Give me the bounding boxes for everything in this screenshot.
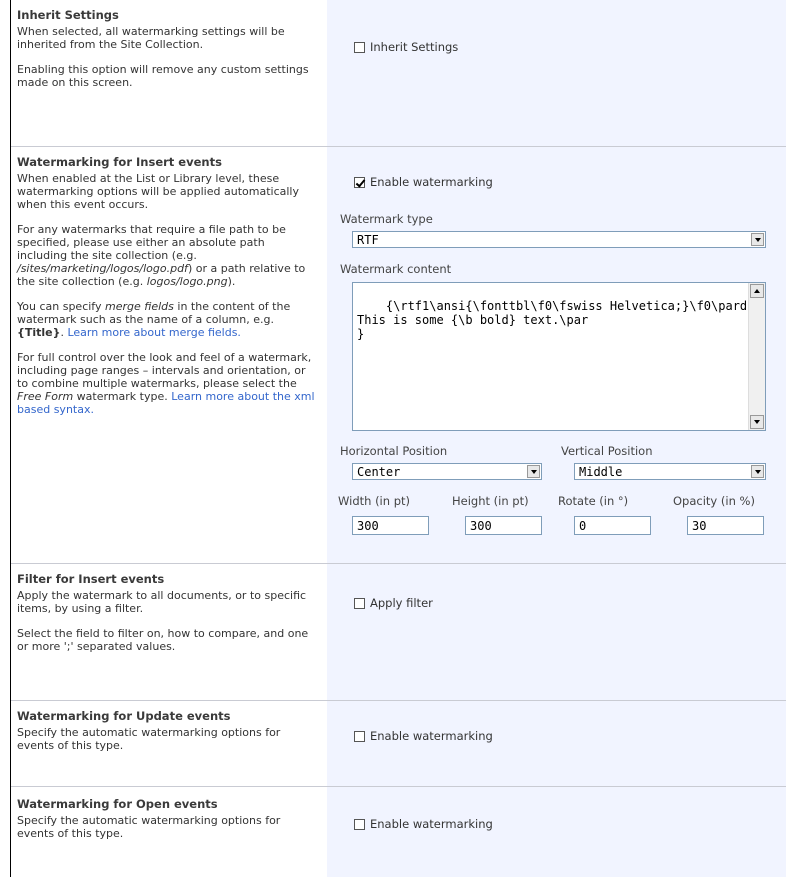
apply-filter-label: Apply filter <box>370 596 433 610</box>
watermark-type-label: Watermark type <box>340 212 433 226</box>
insert-desc-2c: ). <box>227 275 236 288</box>
update-description: Specify the automatic watermarking optio… <box>17 726 317 752</box>
filter-desc-1: Apply the watermark to all documents, or… <box>17 589 307 615</box>
horizontal-position-select[interactable]: Center <box>352 463 542 480</box>
insert-desc-merge-fields: merge fields <box>104 300 174 313</box>
separator <box>11 563 786 564</box>
height-input[interactable]: 300 <box>465 516 542 535</box>
content-scrollbar[interactable] <box>748 283 765 430</box>
apply-filter-checkbox[interactable]: Apply filter <box>354 596 433 610</box>
separator <box>11 786 786 787</box>
watermark-type-value: RTF <box>357 232 379 247</box>
separator <box>11 700 786 701</box>
rotate-label: Rotate (in °) <box>558 494 629 508</box>
insert-desc-3a: You can specify <box>17 300 105 313</box>
open-enable-label: Enable watermarking <box>370 817 493 831</box>
rotate-value: 0 <box>579 518 587 533</box>
filter-desc-2: Select the field to filter on, how to co… <box>17 627 309 653</box>
chevron-down-icon[interactable] <box>527 465 540 478</box>
open-desc-1: Specify the automatic watermarking optio… <box>17 814 281 840</box>
insert-desc-title-field: {Title} <box>17 326 61 339</box>
insert-enable-checkbox[interactable]: Enable watermarking <box>354 175 493 189</box>
insert-desc-1: When enabled at the List or Library leve… <box>17 172 299 211</box>
insert-desc-2a: For any watermarks that require a file p… <box>17 223 286 262</box>
watermark-content-label: Watermark content <box>340 262 452 276</box>
insert-desc-4b: watermark type. <box>73 390 172 403</box>
update-enable-checkbox-box[interactable] <box>354 730 365 742</box>
watermark-content-textarea[interactable]: {\rtf1\ansi{\fonttbl\f0\fswiss Helvetica… <box>352 282 766 431</box>
insert-title: Watermarking for Insert events <box>17 155 222 169</box>
inherit-checkbox-box[interactable] <box>354 41 365 53</box>
inherit-desc-1: When selected, all watermarking settings… <box>17 25 285 51</box>
insert-desc-path-relative: logos/logo.png <box>146 275 228 288</box>
insert-desc-4a: For full control over the look and feel … <box>17 351 312 390</box>
horizontal-position-label: Horizontal Position <box>340 444 448 458</box>
opacity-label: Opacity (in %) <box>673 494 755 508</box>
insert-enable-checkbox-box[interactable] <box>354 176 365 188</box>
update-title: Watermarking for Update events <box>17 709 231 723</box>
width-input[interactable]: 300 <box>352 516 429 535</box>
separator <box>11 146 786 147</box>
inherit-checkbox[interactable]: Inherit Settings <box>354 40 458 54</box>
open-enable-checkbox[interactable]: Enable watermarking <box>354 817 493 831</box>
open-enable-checkbox-box[interactable] <box>354 818 365 830</box>
height-label: Height (in pt) <box>452 494 529 508</box>
chevron-down-icon[interactable] <box>751 233 764 246</box>
chevron-down-icon[interactable] <box>751 465 764 478</box>
vertical-position-value: Middle <box>579 464 623 479</box>
insert-desc-2: For any watermarks that require a file p… <box>17 223 317 288</box>
apply-filter-checkbox-box[interactable] <box>354 597 365 609</box>
width-label: Width (in pt) <box>338 494 410 508</box>
watermark-content-value: {\rtf1\ansi{\fonttbl\f0\fswiss Helvetica… <box>357 299 748 341</box>
merge-fields-link[interactable]: Learn more about merge fields. <box>67 326 241 339</box>
update-desc-1: Specify the automatic watermarking optio… <box>17 726 281 752</box>
horizontal-position-value: Center <box>357 464 401 479</box>
height-value: 300 <box>470 518 492 533</box>
insert-desc-4: For full control over the look and feel … <box>17 351 317 416</box>
rotate-input[interactable]: 0 <box>574 516 651 535</box>
filter-description: Apply the watermark to all documents, or… <box>17 589 317 653</box>
filter-title: Filter for Insert events <box>17 572 165 586</box>
insert-desc-3: You can specify merge fields in the cont… <box>17 300 317 339</box>
update-enable-checkbox[interactable]: Enable watermarking <box>354 729 493 743</box>
insert-description: When enabled at the List or Library leve… <box>17 172 317 416</box>
open-title: Watermarking for Open events <box>17 797 218 811</box>
insert-desc-path-absolute: /sites/marketing/logos/logo.pdf <box>17 262 188 275</box>
opacity-input[interactable]: 30 <box>687 516 764 535</box>
width-value: 300 <box>357 518 379 533</box>
inherit-checkbox-label: Inherit Settings <box>370 40 459 54</box>
opacity-value: 30 <box>692 518 707 533</box>
scroll-up-icon[interactable] <box>750 284 764 298</box>
watermark-type-select[interactable]: RTF <box>352 231 766 248</box>
open-description: Specify the automatic watermarking optio… <box>17 814 317 840</box>
vertical-position-label: Vertical Position <box>561 444 653 458</box>
insert-desc-free-form: Free Form <box>17 390 74 403</box>
controls-pane <box>327 0 786 877</box>
insert-enable-label: Enable watermarking <box>370 175 493 189</box>
inherit-title: Inherit Settings <box>17 8 119 22</box>
vertical-position-select[interactable]: Middle <box>574 463 766 480</box>
inherit-desc-2: Enabling this option will remove any cus… <box>17 63 309 89</box>
scroll-down-icon[interactable] <box>750 415 764 429</box>
update-enable-label: Enable watermarking <box>370 729 493 743</box>
inherit-description: When selected, all watermarking settings… <box>17 25 317 89</box>
